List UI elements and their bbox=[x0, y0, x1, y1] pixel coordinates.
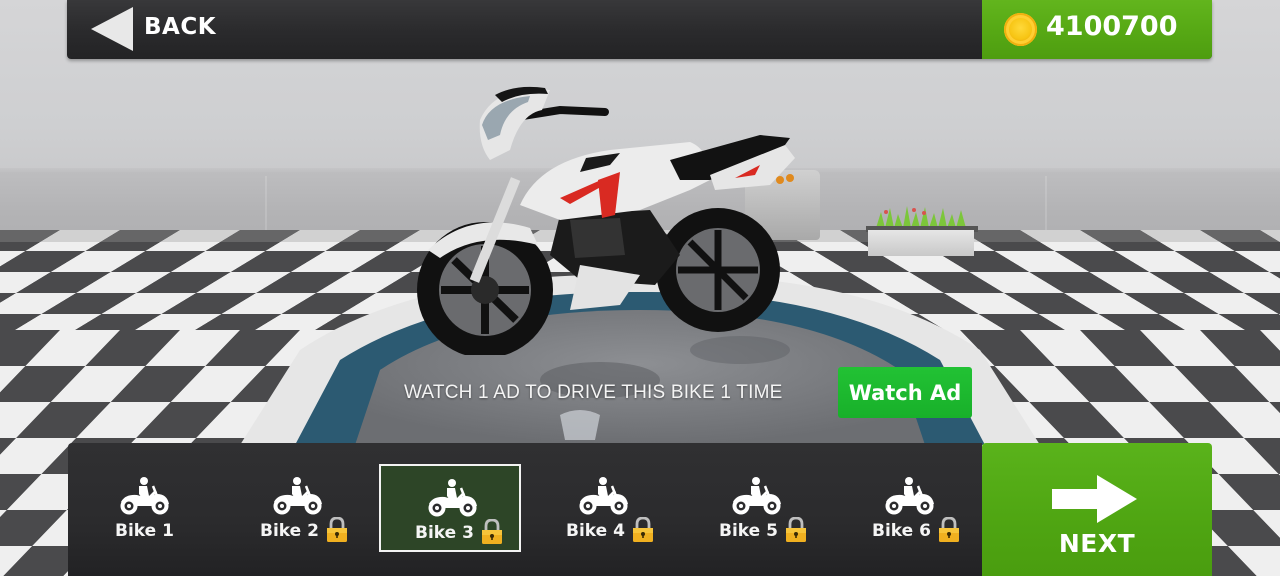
bike-slot-5[interactable]: Bike 5 bbox=[685, 464, 827, 552]
bike-label: Bike 1 bbox=[115, 521, 174, 541]
motorcycle-icon bbox=[576, 476, 630, 516]
motorcycle-icon bbox=[117, 476, 171, 516]
bike-slot-1[interactable]: Bike 1 bbox=[73, 464, 215, 552]
bike-slot-3[interactable]: Bike 3 bbox=[379, 464, 521, 552]
motorcycle-icon bbox=[270, 476, 324, 516]
bike-slot-4[interactable]: Bike 4 bbox=[532, 464, 674, 552]
flower-planter bbox=[866, 206, 978, 256]
lock-icon bbox=[938, 516, 960, 543]
motorcycle-model bbox=[417, 86, 795, 355]
back-button[interactable]: BACK bbox=[67, 0, 267, 59]
back-label: BACK bbox=[144, 14, 217, 40]
ad-offer-message: WATCH 1 AD TO DRIVE THIS BIKE 1 TIME bbox=[404, 382, 783, 403]
watch-ad-button[interactable]: Watch Ad bbox=[838, 367, 972, 418]
lock-icon bbox=[326, 516, 348, 543]
next-label: NEXT bbox=[1058, 529, 1136, 558]
lock-icon bbox=[632, 516, 654, 543]
next-button[interactable]: NEXT bbox=[982, 443, 1212, 576]
bike-label: Bike 2 bbox=[260, 521, 319, 541]
motorcycle-icon bbox=[729, 476, 783, 516]
bike-slot-2[interactable]: Bike 2 bbox=[226, 464, 368, 552]
bike-selector-bar: Bike 1 Bike 2 Bike 3 Bike 4 Bike 5 Bike 6 bbox=[68, 443, 982, 576]
coin-icon bbox=[1004, 13, 1037, 46]
bike-label: Bike 4 bbox=[566, 521, 625, 541]
top-bar: BACK 4100700 bbox=[67, 0, 1212, 59]
coin-count: 4100700 bbox=[1046, 11, 1178, 42]
motorcycle-icon bbox=[882, 476, 936, 516]
grass-icon bbox=[876, 206, 966, 228]
bike-slot-6[interactable]: Bike 6 bbox=[838, 464, 980, 552]
right-arrow-icon bbox=[1052, 475, 1137, 523]
lock-icon bbox=[481, 518, 503, 545]
bike-label: Bike 5 bbox=[719, 521, 778, 541]
lock-icon bbox=[785, 516, 807, 543]
planter-box bbox=[868, 230, 974, 256]
back-arrow-icon bbox=[91, 7, 133, 51]
coin-balance: 4100700 bbox=[982, 0, 1212, 59]
motorcycle-icon bbox=[425, 478, 479, 518]
bike-label: Bike 6 bbox=[872, 521, 931, 541]
bike-label: Bike 3 bbox=[415, 523, 474, 543]
